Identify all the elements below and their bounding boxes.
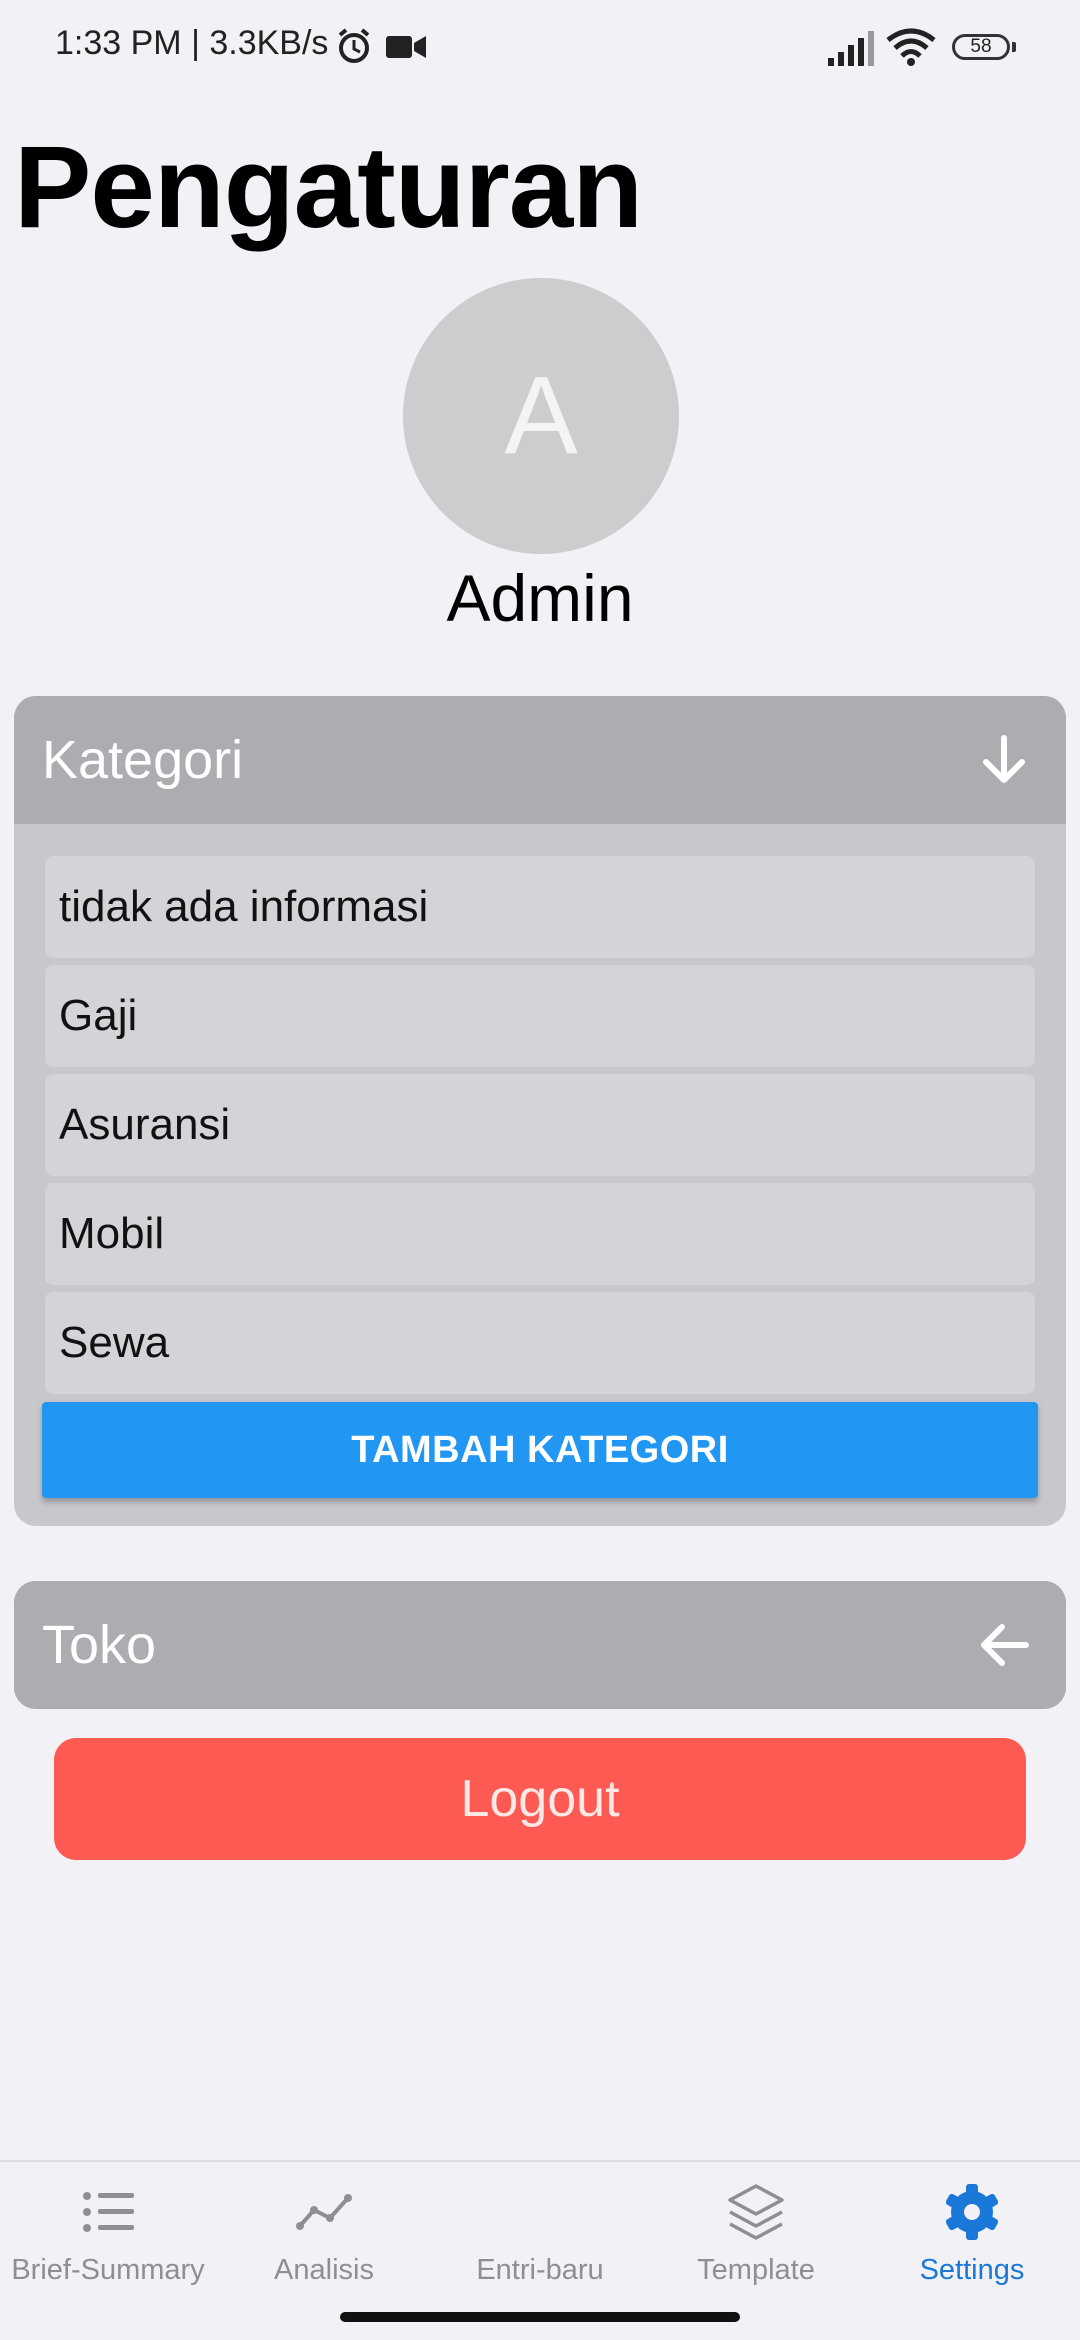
avatar[interactable]: A — [403, 278, 679, 554]
add-category-button[interactable]: TAMBAH KATEGORI — [42, 1402, 1038, 1498]
home-indicator[interactable] — [340, 2312, 740, 2322]
tab-entri-baru[interactable]: Entri-baru — [432, 2162, 648, 2302]
category-item[interactable]: Gaji — [45, 965, 1035, 1067]
arrow-left-icon — [981, 1624, 1029, 1666]
gear-icon — [945, 2184, 999, 2240]
toko-panel[interactable]: Toko — [14, 1581, 1066, 1709]
tab-template[interactable]: Template — [648, 2162, 864, 2302]
category-item[interactable]: Sewa — [45, 1292, 1035, 1394]
tab-label: Entri-baru — [476, 2254, 604, 2286]
tab-label: Analisis — [274, 2254, 374, 2286]
tab-label: Template — [697, 2254, 815, 2286]
kategori-header-label: Kategori — [42, 730, 244, 790]
chart-line-icon — [296, 2194, 352, 2230]
toko-header-label: Toko — [42, 1615, 157, 1675]
tab-label: Brief-Summary — [11, 2254, 205, 2286]
kategori-panel: Kategori tidak ada informasi Gaji Asuran… — [14, 696, 1066, 1526]
layers-icon — [728, 2184, 784, 2240]
video-camera-icon — [386, 36, 426, 58]
alarm-icon — [338, 28, 370, 63]
tab-label: Settings — [919, 2254, 1025, 2286]
status-time-speed: 1:33 PM | 3.3KB/s — [55, 24, 329, 62]
wifi-icon — [886, 28, 936, 66]
bottom-navigation: Brief-Summary Analisis Entri-baru Templa… — [0, 2160, 1080, 2302]
username: Admin — [446, 561, 634, 635]
kategori-header[interactable]: Kategori — [14, 696, 1066, 824]
signal-icon — [828, 31, 874, 66]
category-item[interactable]: Asuransi — [45, 1074, 1035, 1176]
toko-header[interactable]: Toko — [14, 1581, 1066, 1709]
status-bar: 1:33 PM | 3.3KB/s 58 — [0, 0, 1080, 95]
category-item[interactable]: Mobil — [45, 1183, 1035, 1285]
battery-tip — [1012, 42, 1016, 52]
tab-brief-summary[interactable]: Brief-Summary — [0, 2162, 216, 2302]
tab-settings[interactable]: Settings — [864, 2162, 1080, 2302]
category-item[interactable]: tidak ada informasi — [45, 856, 1035, 958]
battery-icon: 58 — [952, 34, 1010, 60]
list-icon — [83, 2192, 134, 2232]
tab-analisis[interactable]: Analisis — [216, 2162, 432, 2302]
logout-button[interactable]: Logout — [54, 1738, 1026, 1860]
page-title: Pengaturan — [14, 122, 643, 252]
arrow-down-icon — [983, 735, 1025, 783]
